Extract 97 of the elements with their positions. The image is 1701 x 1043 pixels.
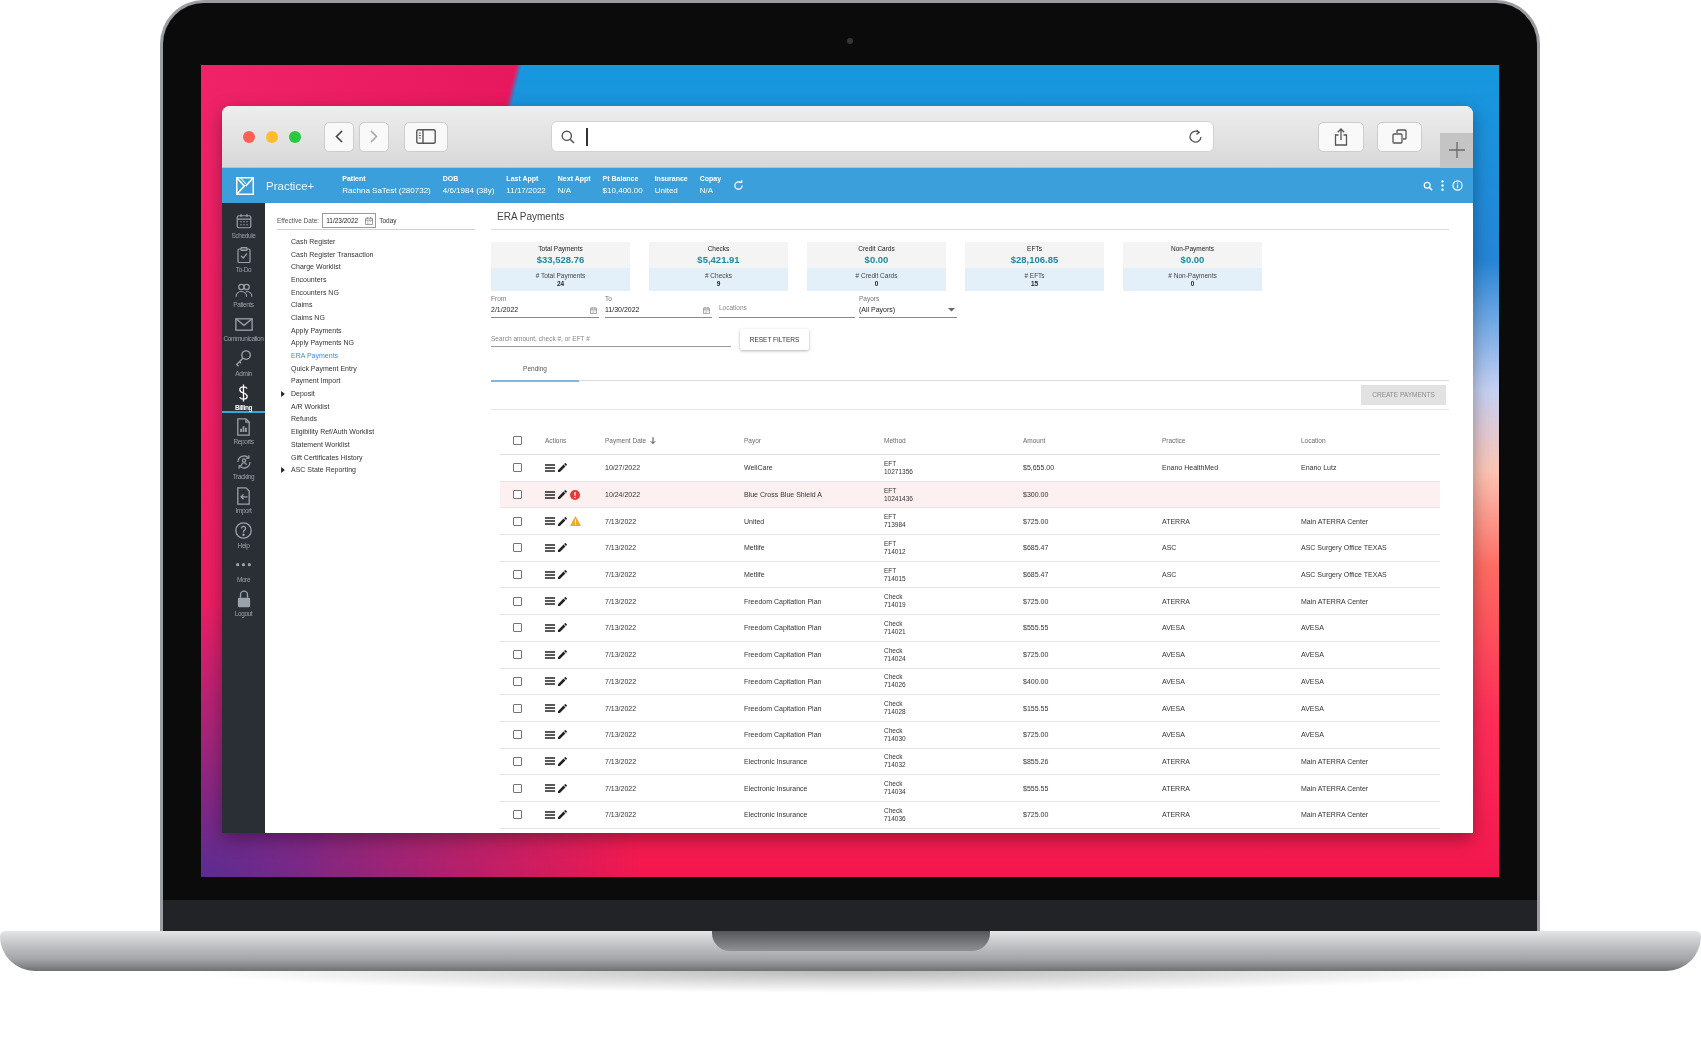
pencil-icon[interactable] xyxy=(558,516,567,526)
card-amount: $0.00 xyxy=(864,254,889,265)
caret-right-icon[interactable] xyxy=(281,390,285,397)
patient-info-value: Rachna SaTest (280732) xyxy=(342,186,431,196)
patient-info-value: 11/17/2022 xyxy=(506,186,546,196)
more-icon xyxy=(236,563,251,567)
pencil-icon[interactable] xyxy=(558,623,567,633)
checkbox[interactable] xyxy=(513,756,522,766)
dollar-icon xyxy=(238,383,249,402)
pencil-icon[interactable] xyxy=(558,650,567,660)
calendar-icon[interactable] xyxy=(365,216,374,225)
card-amount: $0.00 xyxy=(1180,254,1205,265)
search-icon[interactable] xyxy=(1423,180,1433,191)
calendar-icon xyxy=(234,212,253,230)
text-cursor-icon xyxy=(586,127,588,146)
info-icon[interactable] xyxy=(1452,180,1463,191)
page-title: ERA Payments xyxy=(497,209,565,224)
search-icon xyxy=(561,129,575,144)
brand-name: Practice+ xyxy=(266,178,315,193)
checkbox[interactable] xyxy=(513,490,522,500)
error-icon xyxy=(570,489,580,500)
address-field[interactable] xyxy=(551,121,1214,152)
patient-info-value: United xyxy=(654,186,679,196)
overlapping-squares-icon xyxy=(1392,129,1407,144)
checkbox[interactable] xyxy=(513,516,522,526)
pencil-icon[interactable] xyxy=(558,756,567,766)
chevron-left-icon xyxy=(335,130,343,143)
menu-icon[interactable] xyxy=(545,517,555,526)
sidebar-icon xyxy=(416,129,436,144)
circular-arrows-person-icon xyxy=(234,452,253,471)
help-icon xyxy=(235,522,252,539)
menu-icon[interactable] xyxy=(545,543,555,552)
pencil-icon[interactable] xyxy=(558,676,567,686)
warning-icon xyxy=(570,516,581,527)
arrow-down-icon xyxy=(650,437,657,444)
checkbox[interactable] xyxy=(513,596,522,606)
menu-icon[interactable] xyxy=(545,570,555,579)
pencil-icon[interactable] xyxy=(558,463,567,473)
envelope-icon xyxy=(234,317,253,331)
menu-icon[interactable] xyxy=(545,810,555,819)
pencil-icon[interactable] xyxy=(558,810,567,820)
pencil-icon[interactable] xyxy=(558,783,567,793)
chevron-right-icon xyxy=(370,130,378,143)
pencil-icon[interactable] xyxy=(558,596,567,606)
checkbox[interactable] xyxy=(513,783,522,793)
checkbox[interactable] xyxy=(513,436,522,445)
menu-icon[interactable] xyxy=(545,623,555,632)
patient-info-value: N/A xyxy=(699,186,715,196)
menu-icon[interactable] xyxy=(545,757,555,766)
checkbox[interactable] xyxy=(513,810,522,820)
menu-icon[interactable] xyxy=(545,704,555,713)
refresh-icon[interactable] xyxy=(733,180,745,191)
menu-icon[interactable] xyxy=(545,784,555,793)
menu-icon[interactable] xyxy=(545,730,555,739)
reload-icon[interactable] xyxy=(1188,129,1203,144)
caret-down-icon xyxy=(948,308,955,312)
caret-right-icon[interactable] xyxy=(281,466,285,473)
back-button[interactable] xyxy=(324,121,354,152)
pencil-icon[interactable] xyxy=(558,490,567,500)
menu-icon[interactable] xyxy=(545,677,555,686)
logo-icon xyxy=(236,176,254,195)
card-amount: $33,528.76 xyxy=(536,254,585,265)
tabs-button[interactable] xyxy=(1377,121,1422,152)
document-arrow-icon xyxy=(237,487,250,506)
menu-icon[interactable] xyxy=(545,490,555,499)
bar-chart-document-icon xyxy=(237,418,250,437)
checkbox[interactable] xyxy=(513,463,522,473)
checkbox[interactable] xyxy=(513,623,522,633)
webcam-icon xyxy=(847,38,853,44)
checkbox[interactable] xyxy=(513,730,522,740)
menu-icon[interactable] xyxy=(545,650,555,659)
card-amount: $5,421.91 xyxy=(697,254,740,265)
patient-info-value: $10,400.00 xyxy=(602,186,643,196)
pencil-icon[interactable] xyxy=(558,703,567,713)
pencil-icon[interactable] xyxy=(558,570,567,580)
patient-info-value: N/A xyxy=(557,186,573,196)
pencil-icon[interactable] xyxy=(558,730,567,740)
share-icon xyxy=(1334,127,1348,146)
sidebar-button[interactable] xyxy=(404,121,448,152)
checkbox[interactable] xyxy=(513,543,522,553)
checkbox[interactable] xyxy=(513,570,522,580)
kebab-menu-icon[interactable] xyxy=(1441,180,1444,191)
key-icon xyxy=(235,350,252,368)
calendar-icon[interactable] xyxy=(703,306,710,314)
clipboard-check-icon xyxy=(234,246,253,265)
plus-icon xyxy=(1448,142,1465,158)
checkbox[interactable] xyxy=(513,650,522,660)
checkbox[interactable] xyxy=(513,676,522,686)
calendar-icon[interactable] xyxy=(590,306,597,314)
patient-info-value: 4/6/1984 (38y) xyxy=(442,186,495,196)
checkbox[interactable] xyxy=(513,703,522,713)
card-amount: $28,106.85 xyxy=(1010,254,1059,265)
share-button[interactable] xyxy=(1318,121,1364,152)
menu-icon[interactable] xyxy=(545,463,555,472)
menu-icon[interactable] xyxy=(545,597,555,606)
padlock-icon xyxy=(236,590,251,609)
pencil-icon[interactable] xyxy=(558,543,567,553)
